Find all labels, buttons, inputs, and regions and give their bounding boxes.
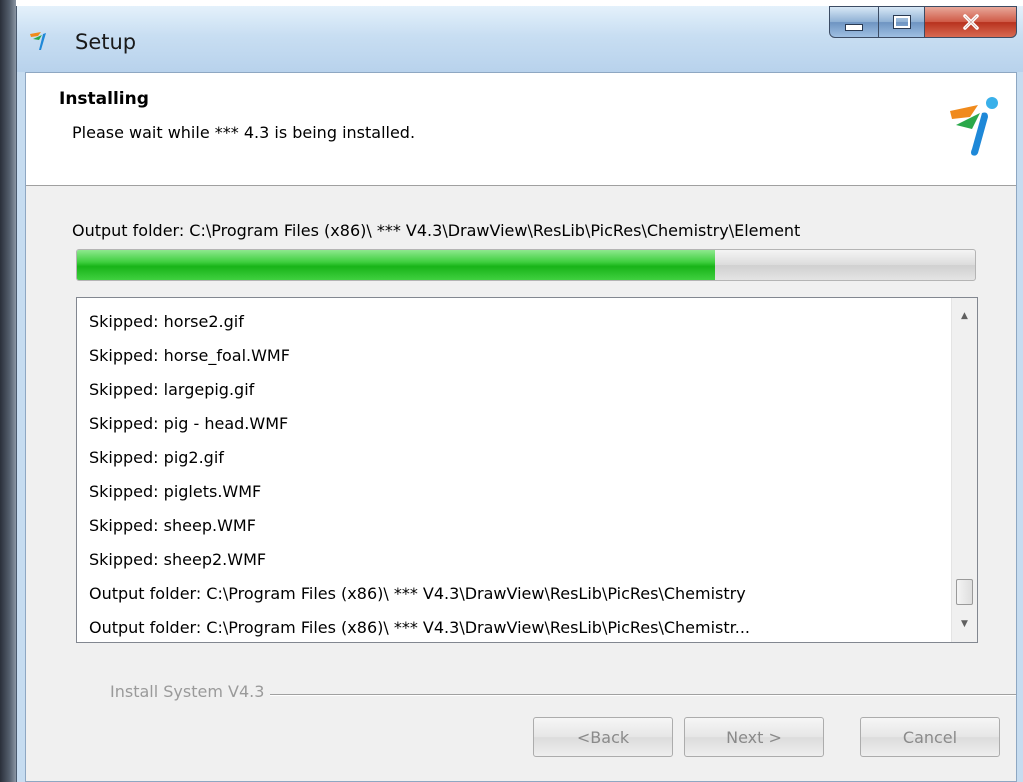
branding-text: Install System V4.3: [110, 682, 271, 701]
next-button[interactable]: Next >: [684, 717, 824, 757]
minimize-button[interactable]: [829, 6, 879, 38]
scrollbar-thumb[interactable]: [956, 579, 973, 605]
log-items: Skipped: horse2.gif Skipped: horse_foal.W…: [89, 305, 947, 645]
scroll-up-arrow-icon[interactable]: ▲: [952, 304, 977, 328]
scroll-down-arrow-icon[interactable]: ▼: [952, 612, 977, 636]
page-title: Installing: [59, 89, 149, 109]
log-item: Skipped: largepig.gif: [89, 380, 255, 399]
log-item: Output folder: C:\Program Files (x86)\ *…: [89, 584, 746, 603]
close-button[interactable]: [925, 6, 1017, 38]
title-bar[interactable]: Setup: [17, 6, 1023, 72]
installer-logo-icon: [950, 97, 998, 156]
install-log-list[interactable]: Skipped: horse2.gif Skipped: horse_foal.W…: [76, 297, 978, 643]
log-item: Skipped: pig2.gif: [89, 448, 224, 467]
caption-buttons: [829, 6, 1017, 40]
maximize-button[interactable]: [879, 6, 925, 38]
log-item: Skipped: horse_foal.WMF: [89, 346, 290, 365]
progress-fill: [77, 250, 715, 280]
page-subtitle: Please wait while *** 4.3 is being insta…: [72, 123, 416, 142]
log-item: Output folder: C:\Program Files (x86)\ *…: [89, 618, 751, 637]
log-scrollbar[interactable]: ▲ ▼: [951, 298, 977, 642]
maximize-icon: [892, 15, 911, 29]
installer-client-area: Installing Please wait while *** 4.3 is …: [25, 72, 1017, 782]
page-header: Installing Please wait while *** 4.3 is …: [26, 73, 1016, 186]
install-progress-bar: [76, 249, 976, 281]
log-item: Skipped: horse2.gif: [89, 312, 244, 331]
log-item: Skipped: sheep.WMF: [89, 516, 256, 535]
close-icon: [962, 14, 979, 30]
cancel-button[interactable]: Cancel: [860, 717, 1000, 757]
desktop-edge: [0, 0, 16, 782]
minimize-icon: [845, 23, 863, 31]
window-title: Setup: [75, 30, 137, 54]
log-item: Skipped: pig - head.WMF: [89, 414, 289, 433]
back-button[interactable]: <Back: [533, 717, 673, 757]
setup-app-icon: [30, 32, 46, 50]
setup-window: Setup Installing Please wait while *** 4…: [16, 6, 1023, 782]
log-item: Skipped: piglets.WMF: [89, 482, 262, 501]
log-item: Skipped: sheep2.WMF: [89, 550, 267, 569]
output-folder-status: Output folder: C:\Program Files (x86)\ *…: [72, 221, 801, 240]
